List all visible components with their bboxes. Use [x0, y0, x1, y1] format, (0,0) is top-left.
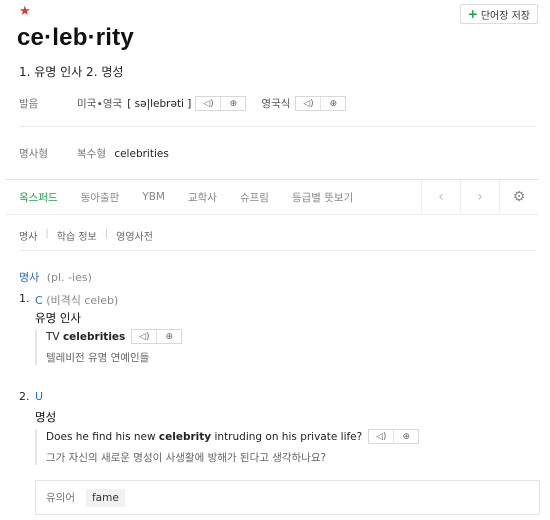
- section-link-noun[interactable]: 명사: [19, 228, 37, 243]
- divider: [19, 250, 536, 251]
- slow-play-icon[interactable]: ⊕: [220, 97, 245, 110]
- example-english: Does he find his new celebrity intruding…: [46, 429, 420, 444]
- section-nav: 명사 | 학습 정보 | 영영사전: [19, 228, 153, 243]
- example-prefix: Does he find his new: [46, 430, 159, 443]
- dictionary-entry: ★ + 단어장 저장 ce·leb·rity 1. 유명 인사 2. 명성 발음…: [0, 0, 550, 520]
- plus-icon: +: [467, 7, 478, 21]
- example-audio-controls: ◁) ⊕: [368, 429, 420, 444]
- us-label: 미국∙영국: [77, 98, 123, 110]
- example-audio-controls: ◁) ⊕: [131, 329, 183, 344]
- gear-icon[interactable]: ⚙: [499, 180, 538, 214]
- example-korean: 그가 자신의 새로운 명성이 사생활에 방해가 된다고 생각하나요?: [46, 452, 327, 464]
- us-pronunciation: 미국∙영국 [ sə|lebrəti ] ◁) ⊕: [77, 96, 247, 111]
- countability-tag: C: [35, 294, 43, 307]
- section-link-learning[interactable]: 학습 정보: [57, 228, 97, 243]
- speaker-icon[interactable]: ◁): [132, 330, 156, 343]
- speaker-icon[interactable]: ◁): [196, 97, 220, 110]
- us-audio-controls: ◁) ⊕: [195, 96, 247, 111]
- forms-value: 복수형 celebrities: [77, 146, 169, 161]
- example-suffix: intruding on his private life?: [211, 430, 363, 443]
- word-forms-row: 명사형 복수형 celebrities: [19, 146, 169, 161]
- pronunciation-row: 발음 미국∙영국 [ sə|lebrəti ] ◁) ⊕ 영국식 ◁) ⊕: [19, 96, 361, 111]
- example-text: TV celebrities: [46, 331, 125, 343]
- divider: [19, 126, 536, 127]
- part-of-speech: 명사 (pl. -ies): [19, 269, 92, 285]
- headword: ce·leb·rity: [17, 24, 134, 51]
- sense-grammar: U: [35, 390, 43, 403]
- example-korean: 텔레비전 유명 연예인들: [46, 352, 150, 364]
- sense-number: 2.: [19, 390, 30, 403]
- separator: |: [45, 228, 49, 239]
- tab-tools: ‹ › ⚙: [421, 180, 538, 214]
- uk-label: 영국식: [261, 98, 291, 110]
- speaker-icon[interactable]: ◁): [369, 430, 393, 443]
- example-prefix: TV: [46, 330, 63, 343]
- plural-form: celebrities: [114, 148, 169, 160]
- countability-tag: U: [35, 390, 44, 403]
- dictionary-tabs: 옥스퍼드 동아출판 YBM 교학사 슈프림 등급별 뜻보기 ‹ › ⚙: [6, 179, 538, 215]
- slow-play-icon[interactable]: ⊕: [393, 430, 418, 443]
- synonym-box: 유의어 fame: [35, 480, 540, 515]
- pos-note: (pl. -ies): [46, 271, 92, 284]
- star-icon[interactable]: ★: [19, 5, 31, 19]
- example-text: Does he find his new celebrity intruding…: [46, 431, 362, 443]
- tab-kyohak[interactable]: 교학사: [188, 190, 217, 205]
- tab-ybm[interactable]: YBM: [142, 191, 165, 203]
- uk-audio-controls: ◁) ⊕: [295, 96, 347, 111]
- pronunciation-label: 발음: [19, 98, 39, 110]
- example-keyword: celebrity: [158, 430, 212, 443]
- section-link-english-dictionary[interactable]: 영영사전: [116, 228, 153, 243]
- tab-donga[interactable]: 동아출판: [81, 190, 120, 205]
- slow-play-icon[interactable]: ⊕: [320, 97, 345, 110]
- short-meanings: 1. 유명 인사 2. 명성: [19, 65, 124, 79]
- speaker-icon[interactable]: ◁): [296, 97, 320, 110]
- us-ipa: [ sə|lebrəti ]: [127, 97, 192, 110]
- pos-label: 명사: [19, 271, 40, 284]
- chevron-right-icon[interactable]: ›: [460, 180, 499, 214]
- tab-level-meanings[interactable]: 등급별 뜻보기: [292, 190, 353, 205]
- synonym-label: 유의어: [46, 492, 75, 504]
- example-block: Does he find his new celebrity intruding…: [35, 429, 420, 465]
- slow-play-icon[interactable]: ⊕: [156, 330, 181, 343]
- sense-note: (비격식 celeb): [46, 294, 119, 307]
- forms-label: 명사형: [19, 148, 48, 160]
- save-button-label: 단어장 저장: [480, 10, 530, 22]
- sense-meaning: 유명 인사: [35, 311, 81, 325]
- save-to-wordbook-button[interactable]: + 단어장 저장: [459, 4, 538, 24]
- example-english: TV celebrities ◁) ⊕: [46, 329, 183, 344]
- tab-supreme[interactable]: 슈프림: [240, 190, 269, 205]
- sense-meaning: 명성: [35, 410, 57, 424]
- separator: |: [104, 228, 109, 239]
- tab-oxford[interactable]: 옥스퍼드: [19, 190, 58, 205]
- uk-pronunciation: 영국식 ◁) ⊕: [261, 96, 347, 111]
- synonym-link[interactable]: fame: [85, 488, 125, 507]
- chevron-left-icon[interactable]: ‹: [421, 180, 460, 214]
- example-keyword: celebrities: [62, 330, 126, 343]
- sense-number: 1.: [19, 292, 30, 305]
- example-block: TV celebrities ◁) ⊕ 텔레비전 유명 연예인들: [35, 329, 183, 365]
- sense-grammar: C (비격식 celeb): [35, 292, 118, 308]
- plural-prefix: 복수형: [77, 148, 106, 160]
